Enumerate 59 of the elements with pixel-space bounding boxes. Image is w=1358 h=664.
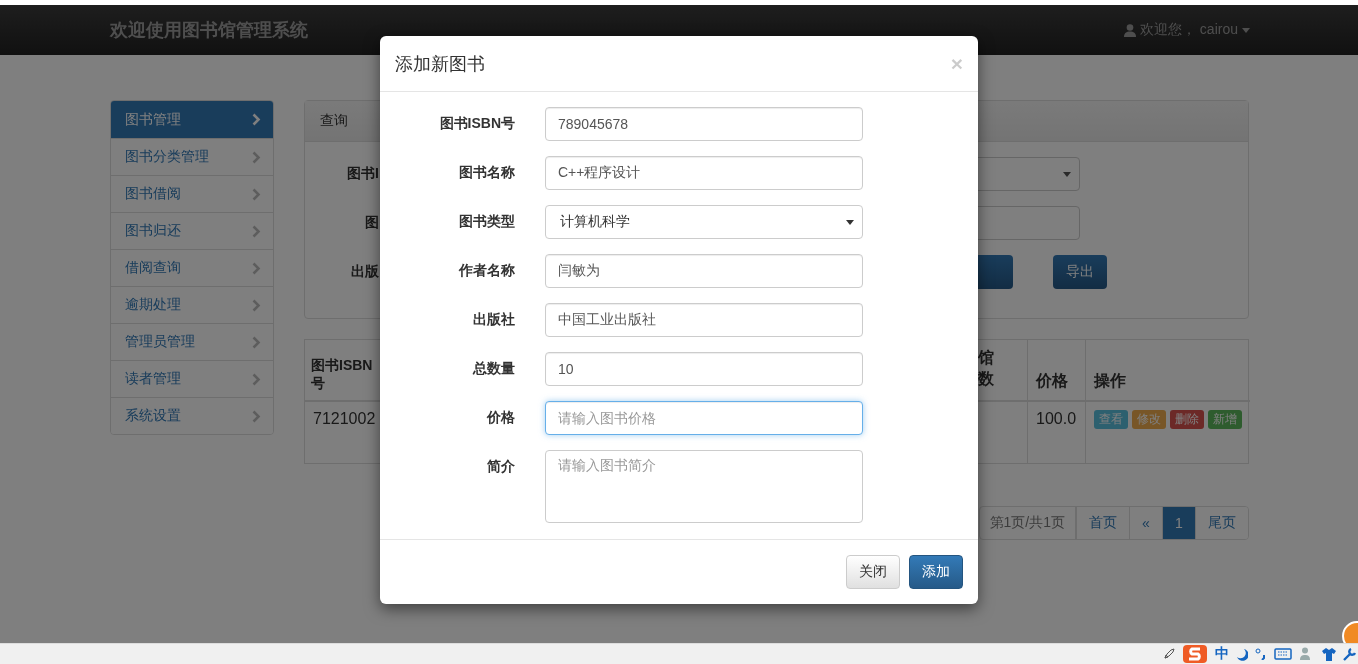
- page-link[interactable]: 1: [1162, 507, 1195, 539]
- text-field[interactable]: C++程序设计: [545, 156, 863, 190]
- filter-label: 图书I: [346, 165, 379, 183]
- filter-label: 出版: [350, 263, 379, 281]
- filter-label: 图: [364, 214, 379, 232]
- ime-logo-icon[interactable]: [1182, 644, 1208, 664]
- textarea-field[interactable]: 请输入图书简介: [545, 450, 863, 523]
- chevron-right-icon: [252, 372, 261, 386]
- chevron-right-icon: [252, 224, 261, 238]
- column-header: 馆数: [978, 348, 995, 389]
- text-field[interactable]: 请输入图书价格: [545, 401, 863, 435]
- select-field[interactable]: 计算机科学: [545, 205, 863, 239]
- field-label: 出版社: [472, 311, 515, 329]
- field-label: 简介: [486, 457, 515, 476]
- column-header: 操作: [1094, 371, 1126, 392]
- text-field[interactable]: 闫敏为: [545, 254, 863, 288]
- app-title: 欢迎使用图书馆管理系统: [110, 19, 308, 42]
- chevron-right-icon: [252, 113, 261, 126]
- page-link[interactable]: 尾页: [1195, 507, 1248, 539]
- action-button[interactable]: 新增: [1208, 410, 1242, 429]
- chevron-right-icon: [252, 298, 261, 312]
- add-button[interactable]: 添加: [909, 555, 963, 589]
- panel-title: 查询: [320, 112, 348, 130]
- column-header: 价格: [1036, 371, 1068, 392]
- export-button[interactable]: 导出: [1053, 255, 1107, 289]
- caret-icon: [1242, 27, 1250, 33]
- chevron-right-icon: [252, 335, 261, 349]
- field-label: 图书类型: [458, 213, 515, 231]
- field-label: 图书ISBN号: [438, 115, 515, 133]
- chevron-right-icon: [252, 187, 261, 201]
- shirt-icon[interactable]: [1322, 647, 1336, 661]
- user-icon: [1123, 23, 1136, 37]
- field-label: 总数量: [471, 360, 515, 378]
- price-cell: 100.0: [1036, 410, 1077, 427]
- close-button[interactable]: ×: [950, 51, 963, 76]
- chevron-right-icon: [252, 150, 261, 164]
- sidebar-item[interactable]: 图书管理: [111, 101, 273, 138]
- chevron-right-icon: [252, 409, 261, 423]
- action-button[interactable]: 删除: [1170, 410, 1204, 429]
- action-button[interactable]: 修改: [1132, 410, 1166, 429]
- isbn-cell: 7121002: [313, 410, 376, 427]
- field-label: 价格: [485, 409, 515, 427]
- field-label: 图书名称: [458, 164, 515, 182]
- punctuation-icon[interactable]: [1255, 648, 1267, 660]
- sidebar-item[interactable]: 系统设置: [111, 397, 273, 434]
- wrench-icon[interactable]: [1343, 647, 1356, 661]
- text-field[interactable]: 789045678: [545, 107, 863, 141]
- caret-icon: [1063, 171, 1071, 177]
- text-field[interactable]: 10: [545, 352, 863, 386]
- moon-icon[interactable]: [1236, 647, 1248, 661]
- ime-mode-label[interactable]: 中: [1215, 645, 1229, 663]
- caret-icon: [846, 219, 854, 225]
- dialog-title: 添加新图书: [395, 52, 485, 76]
- chevron-right-icon: [252, 261, 261, 275]
- keyboard-icon[interactable]: [1274, 648, 1292, 660]
- field-label: 作者名称: [457, 262, 515, 280]
- text-field[interactable]: 中国工业出版社: [545, 303, 863, 337]
- action-button[interactable]: 查看: [1094, 410, 1128, 429]
- close-dialog-button[interactable]: 关闭: [846, 555, 900, 589]
